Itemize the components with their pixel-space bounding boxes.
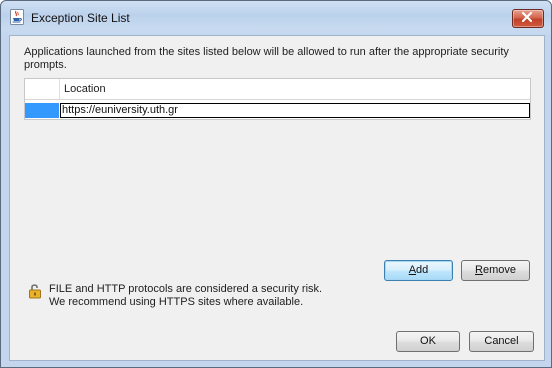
description-text: Applications launched from the sites lis…: [24, 46, 509, 71]
dialog-content: Applications launched from the sites lis…: [9, 35, 545, 361]
close-icon: [521, 11, 533, 23]
security-warning-line-1: FILE and HTTP protocols are considered a…: [49, 283, 323, 295]
security-warning-line-2: We recommend using HTTPS sites where ava…: [49, 296, 304, 308]
unlocked-padlock-icon: [29, 284, 41, 299]
remove-button[interactable]: Remove: [461, 260, 530, 281]
remove-button-label: Remove: [475, 264, 516, 276]
ok-button[interactable]: OK: [396, 331, 460, 352]
site-list-table[interactable]: Location: [24, 78, 531, 120]
table-header: Location: [25, 79, 530, 100]
cancel-button[interactable]: Cancel: [469, 331, 534, 352]
row-header-corner: [25, 79, 60, 99]
add-button[interactable]: Add: [384, 260, 453, 281]
security-warning: FILE and HTTP protocols are considered a…: [49, 283, 322, 309]
table-row[interactable]: [25, 103, 530, 118]
java-coffee-cup-icon: [10, 9, 24, 25]
exception-site-list-dialog: Exception Site List Applications launche…: [0, 0, 552, 368]
close-button[interactable]: [512, 9, 544, 28]
column-header-location[interactable]: Location: [64, 83, 106, 95]
title-bar[interactable]: Exception Site List: [1, 1, 551, 34]
location-cell-editor[interactable]: [60, 103, 530, 118]
window-title: Exception Site List: [31, 11, 130, 25]
location-input[interactable]: [62, 103, 522, 117]
row-selection-marker[interactable]: [25, 103, 59, 118]
add-button-label: Add: [408, 264, 429, 276]
